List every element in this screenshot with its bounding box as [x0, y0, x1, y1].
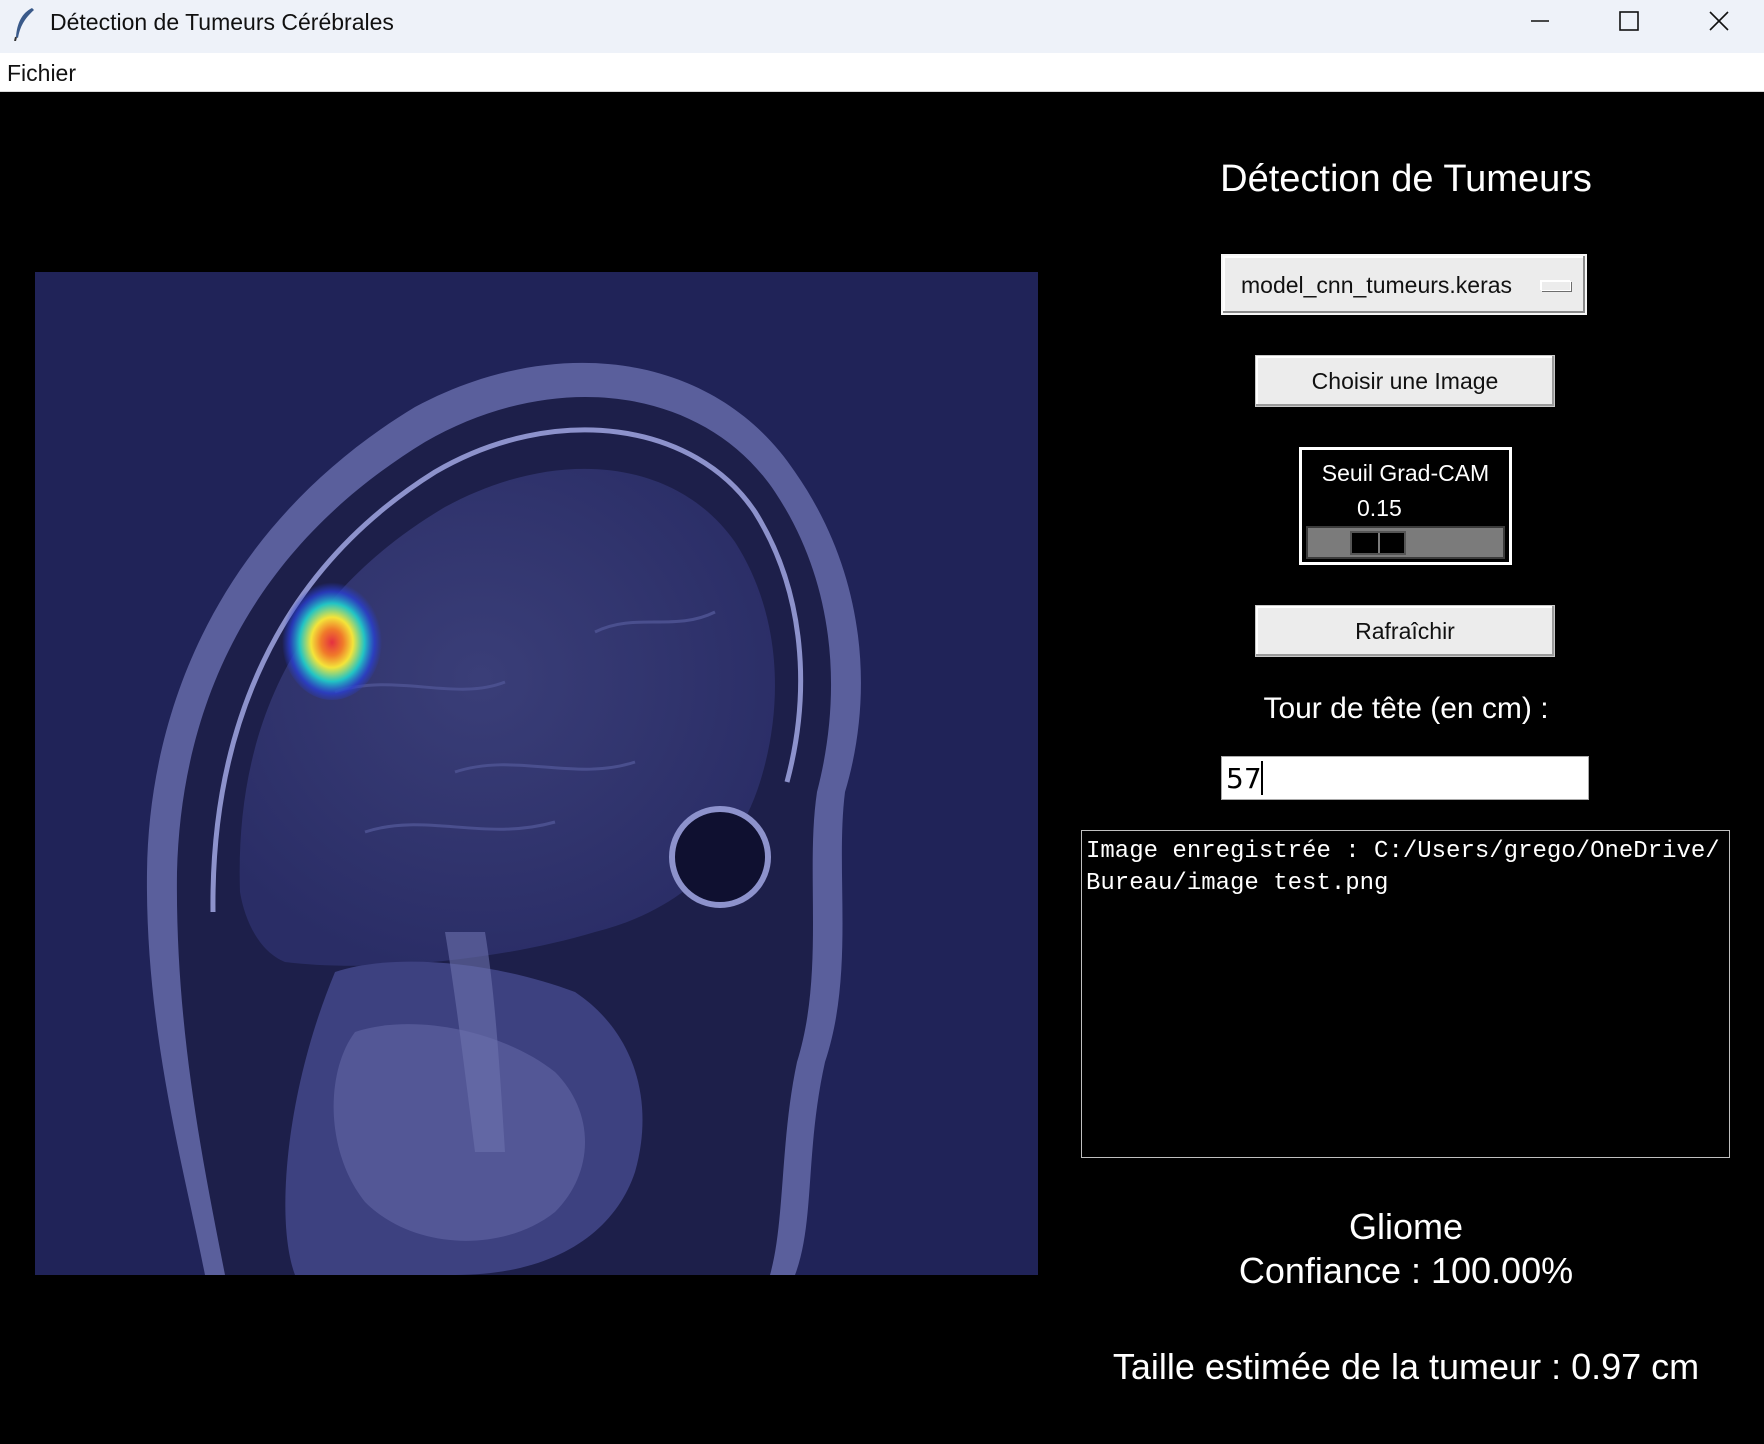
prediction-confidence: Confiance : 100.00% — [1238, 1250, 1574, 1291]
head-size-input[interactable] — [1221, 756, 1589, 800]
scale-slider-handle[interactable] — [1350, 531, 1406, 555]
tumor-size-estimate: Taille estimée de la tumeur : 0.97 cm — [1112, 1346, 1700, 1387]
title-bar: Détection de Tumeurs Cérébrales — [0, 0, 1764, 53]
scale-label: Seuil Grad-CAM — [1321, 460, 1490, 486]
mri-image — [35, 272, 1038, 1275]
menu-bar: Fichier — [0, 53, 1764, 92]
menu-fichier[interactable]: Fichier — [7, 60, 76, 87]
model-select-value: model_cnn_tumeurs.keras — [1241, 272, 1513, 298]
log-textbox[interactable]: Image enregistrée : C:/Users/grego/OneDr… — [1081, 830, 1730, 1158]
refresh-button[interactable]: Rafraîchir — [1255, 605, 1555, 657]
window-title: Détection de Tumeurs Cérébrales — [50, 9, 394, 35]
head-size-label: Tour de tête (en cm) : — [1263, 692, 1549, 725]
close-button[interactable] — [1672, 0, 1764, 53]
scale-value: 0.15 — [1357, 495, 1402, 521]
choose-image-button[interactable]: Choisir une Image — [1255, 355, 1555, 407]
close-icon — [1709, 11, 1729, 31]
gradcam-threshold-scale: Seuil Grad-CAM 0.15 — [1299, 447, 1512, 565]
option-menu-indicator-icon — [1541, 281, 1571, 291]
model-select[interactable]: model_cnn_tumeurs.keras — [1221, 254, 1587, 315]
text-cursor — [1261, 761, 1263, 795]
scale-trough[interactable] — [1306, 526, 1505, 559]
minimize-button[interactable] — [1494, 0, 1586, 53]
minimize-icon — [1531, 20, 1549, 22]
maximize-icon — [1619, 11, 1639, 31]
panel-heading: Détection de Tumeurs — [1220, 158, 1592, 200]
prediction-class: Gliome — [1348, 1206, 1464, 1247]
maximize-button[interactable] — [1583, 0, 1675, 53]
feather-icon — [14, 8, 34, 41]
